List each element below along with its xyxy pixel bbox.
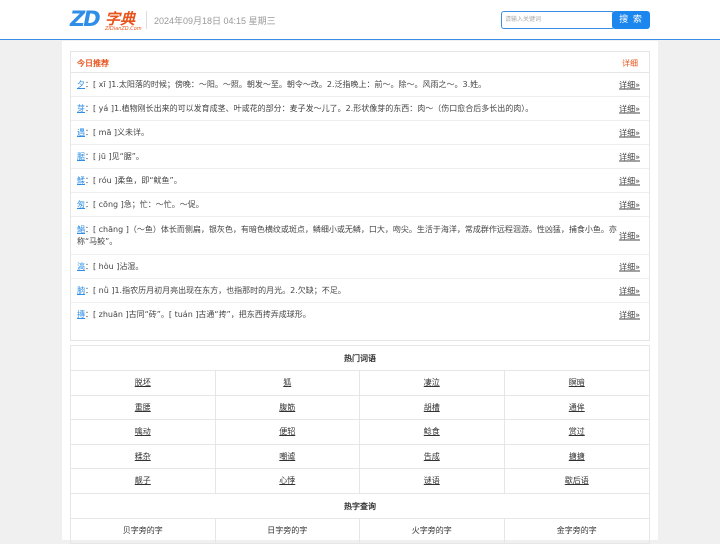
detail-link[interactable]: 详细» xyxy=(619,199,640,210)
recommend-row: 滈：[ hòu ]沾湿。 详细» xyxy=(71,255,649,279)
recommend-title: 今日推荐 xyxy=(77,59,109,68)
recommend-definition: ：[ róu ]柔鱼，即“鱿鱼”。 xyxy=(85,175,182,185)
recommend-text: 鰇：[ róu ]柔鱼，即“鱿鱼”。 xyxy=(71,175,619,187)
search-placeholder: 请输入关键词 xyxy=(505,17,542,23)
logo-subtext: ZIDianZD.Com xyxy=(105,26,142,32)
recommend-row: 鯧：[ chāng ]（～鱼）体长而侧扁，银灰色，有暗色横纹或斑点，鳞细小或无鳞… xyxy=(71,217,649,255)
hot-word-link[interactable]: 谜语 xyxy=(360,469,505,494)
detail-link[interactable]: 详细» xyxy=(619,230,640,241)
hot-word-link[interactable]: 嘲谑 xyxy=(215,444,360,469)
main-content: 今日推荐 详细 夕：[ xī ]1.太阳落的时候；傍晚：～阳。～照。朝发～至。朝… xyxy=(62,41,658,544)
hot-word-link[interactable]: 胡槽 xyxy=(360,395,505,420)
hot-word-link[interactable]: 靓子 xyxy=(71,469,216,494)
logo-divider xyxy=(146,11,147,29)
recommend-definition: ：[ cōng ]急；忙：～忙。～促。 xyxy=(85,199,204,209)
hot-words-title: 热门词语 xyxy=(71,346,649,371)
current-date: 2024年09月18日 04:15 星期三 xyxy=(154,16,276,26)
recommend-panel: 今日推荐 详细 夕：[ xī ]1.太阳落的时候；傍晚：～阳。～照。朝发～至。朝… xyxy=(70,51,650,341)
hot-word-link[interactable]: 凄泣 xyxy=(360,371,505,396)
recommend-row: 朒：[ nǜ ]1.指农历月初月亮出现在东方，也指那时的月光。2.欠缺；不足。详… xyxy=(71,279,649,303)
recommend-text: 滈：[ hòu ]沾湿。 xyxy=(71,261,619,273)
hot-word-link[interactable]: 狐 xyxy=(215,371,360,396)
hot-word-link[interactable]: 告成 xyxy=(360,444,505,469)
recommend-text: 摶：[ zhuān ]古同“砖”。[ tuán ]古通“抟”，把东西抟弄成球形。 xyxy=(71,309,619,321)
recommend-definition: ：[ jū ]见“腒”。 xyxy=(85,151,144,161)
detail-link[interactable]: 详细» xyxy=(619,103,640,114)
search-input[interactable]: 请输入关键词 xyxy=(501,11,613,29)
recommend-char-link[interactable]: 鰇 xyxy=(77,176,85,185)
recommend-char-link[interactable]: 腒 xyxy=(77,152,85,161)
hot-query-grid: 贝字旁的字 日字旁的字 火字旁的字 金字旁的字 xyxy=(71,518,650,543)
recommend-char-link[interactable]: 夕 xyxy=(77,80,85,89)
recommend-char-link[interactable]: 朒 xyxy=(77,286,85,295)
hot-query-title: 热字查询 xyxy=(71,494,649,519)
detail-link[interactable]: 详细» xyxy=(619,79,640,90)
recommend-text: 芽：[ yá ]1.植物刚长出来的可以发育成茎、叶或花的部分：麦子发～儿了。2.… xyxy=(71,103,619,115)
hot-word-link[interactable]: 腹筋 xyxy=(215,395,360,420)
recommend-definition: ：[ mā ]义未详。 xyxy=(85,127,150,137)
search-button[interactable]: 搜 索 xyxy=(612,11,650,29)
recommend-row: 夕：[ xī ]1.太阳落的时候；傍晚：～阳。～照。朝发～至。朝令～改。2.泛指… xyxy=(71,73,649,97)
recommend-char-link[interactable]: 摶 xyxy=(77,310,85,319)
recommend-text: 夕：[ xī ]1.太阳落的时候；傍晚：～阳。～照。朝发～至。朝令～改。2.泛指… xyxy=(71,79,619,91)
detail-link[interactable]: 详细» xyxy=(619,285,640,296)
hot-word-link[interactable]: 糅杂 xyxy=(71,444,216,469)
recommend-char-link[interactable]: 遇 xyxy=(77,128,85,137)
hot-word-link[interactable]: 心悸 xyxy=(215,469,360,494)
hot-word-link[interactable]: 瞑暗 xyxy=(504,371,649,396)
hot-word-link[interactable]: 通侔 xyxy=(504,396,649,420)
recommend-list: 夕：[ xī ]1.太阳落的时候；傍晚：～阳。～照。朝发～至。朝令～改。2.泛指… xyxy=(71,73,649,327)
recommend-more-link[interactable]: 详细 xyxy=(622,58,638,69)
recommend-definition: ：[ nǜ ]1.指农历月初月亮出现在东方，也指那时的月光。2.欠缺；不足。 xyxy=(85,285,346,295)
recommend-text: 匆：[ cōng ]急；忙：～忙。～促。 xyxy=(71,199,619,211)
recommend-definition: ：[ yá ]1.植物刚长出来的可以发育成茎、叶或花的部分：麦子发～儿了。2.形… xyxy=(85,103,534,113)
recommend-char-link[interactable]: 滈 xyxy=(77,262,85,271)
hot-word-link[interactable]: 脱坯 xyxy=(71,371,216,396)
recommend-row: 芽：[ yá ]1.植物刚长出来的可以发育成茎、叶或花的部分：麦子发～儿了。2.… xyxy=(71,97,649,121)
detail-link[interactable]: 详细» xyxy=(619,310,640,321)
hot-words-grid: 脱坯狐凄泣 瞑暗重腰 腹筋 胡槽 通侔噙动 便轺 鲶食 赏过糅杂 嘲谑 告成 搪搪靓子 心悸 谜语 歇后语 xyxy=(71,371,649,494)
hot-word-link[interactable]: 重腰 xyxy=(71,395,216,420)
detail-link[interactable]: 详细» xyxy=(619,151,640,162)
hot-words-panel: 热门词语 脱坯狐凄泣 瞑暗重腰 腹筋 胡槽 通侔噙动 便轺 鲶食 赏过糅杂 嘲谑 告成 搪搪靓子 心悸… xyxy=(70,345,650,544)
hot-word-link[interactable]: 便轺 xyxy=(215,420,360,445)
hot-query-link[interactable]: 贝字旁的字 xyxy=(71,518,216,543)
recommend-definition: ：[ chāng ]（～鱼）体长而侧扁，银灰色，有暗色横纹或斑点，鳞细小或无鳞，… xyxy=(77,224,617,246)
recommend-char-link[interactable]: 鯧 xyxy=(77,225,85,234)
hot-word-link[interactable]: 歇后语 xyxy=(504,469,649,494)
hot-query-link[interactable]: 金字旁的字 xyxy=(505,519,650,543)
recommend-text: 遇：[ mā ]义未详。 xyxy=(71,127,619,139)
logo-mark: ZD xyxy=(70,7,101,31)
recommend-row: 鰇：[ róu ]柔鱼，即“鱿鱼”。 详细» xyxy=(71,169,649,193)
recommend-char-link[interactable]: 芽 xyxy=(77,104,85,113)
hot-query-link[interactable]: 火字旁的字 xyxy=(360,518,505,543)
hot-word-link[interactable]: 鲶食 xyxy=(360,420,505,445)
header: ZD 字典 ZIDianZD.Com 2024年09月18日 04:15 星期三… xyxy=(0,0,720,40)
recommend-char-link[interactable]: 匆 xyxy=(77,200,85,209)
recommend-row: 腒：[ jū ]见“腒”。 详细» xyxy=(71,145,649,169)
hot-word-link[interactable]: 赏过 xyxy=(504,420,649,445)
recommend-definition: ：[ hòu ]沾湿。 xyxy=(85,261,144,271)
detail-link[interactable]: 详细» xyxy=(619,175,640,186)
recommend-definition: ：[ zhuān ]古同“砖”。[ tuán ]古通“抟”，把东西抟弄成球形。 xyxy=(85,310,311,319)
hot-query-link[interactable]: 日字旁的字 xyxy=(216,518,360,543)
recommend-text: 腒：[ jū ]见“腒”。 xyxy=(71,151,619,163)
detail-link[interactable]: 详细» xyxy=(619,127,640,138)
recommend-text: 朒：[ nǜ ]1.指农历月初月亮出现在东方，也指那时的月光。2.欠缺；不足。 xyxy=(71,285,619,297)
recommend-row: 遇：[ mā ]义未详。 详细» xyxy=(71,121,649,145)
site-logo[interactable]: ZD 字典 ZIDianZD.Com xyxy=(70,7,142,33)
recommend-text: 鯧：[ chāng ]（～鱼）体长而侧扁，银灰色，有暗色横纹或斑点，鳞细小或无鳞… xyxy=(71,224,619,248)
hot-word-link[interactable]: 搪搪 xyxy=(504,445,649,469)
recommend-row: 匆：[ cōng ]急；忙：～忙。～促。 详细» xyxy=(71,193,649,217)
recommend-row: 摶：[ zhuān ]古同“砖”。[ tuán ]古通“抟”，把东西抟弄成球形。… xyxy=(71,303,649,327)
recommend-definition: ：[ xī ]1.太阳落的时候；傍晚：～阳。～照。朝发～至。朝令～改。2.泛指晚… xyxy=(85,79,487,89)
hot-word-link[interactable]: 噙动 xyxy=(71,420,216,445)
recommend-header: 今日推荐 详细 xyxy=(71,52,649,73)
detail-link[interactable]: 详细» xyxy=(619,261,640,272)
